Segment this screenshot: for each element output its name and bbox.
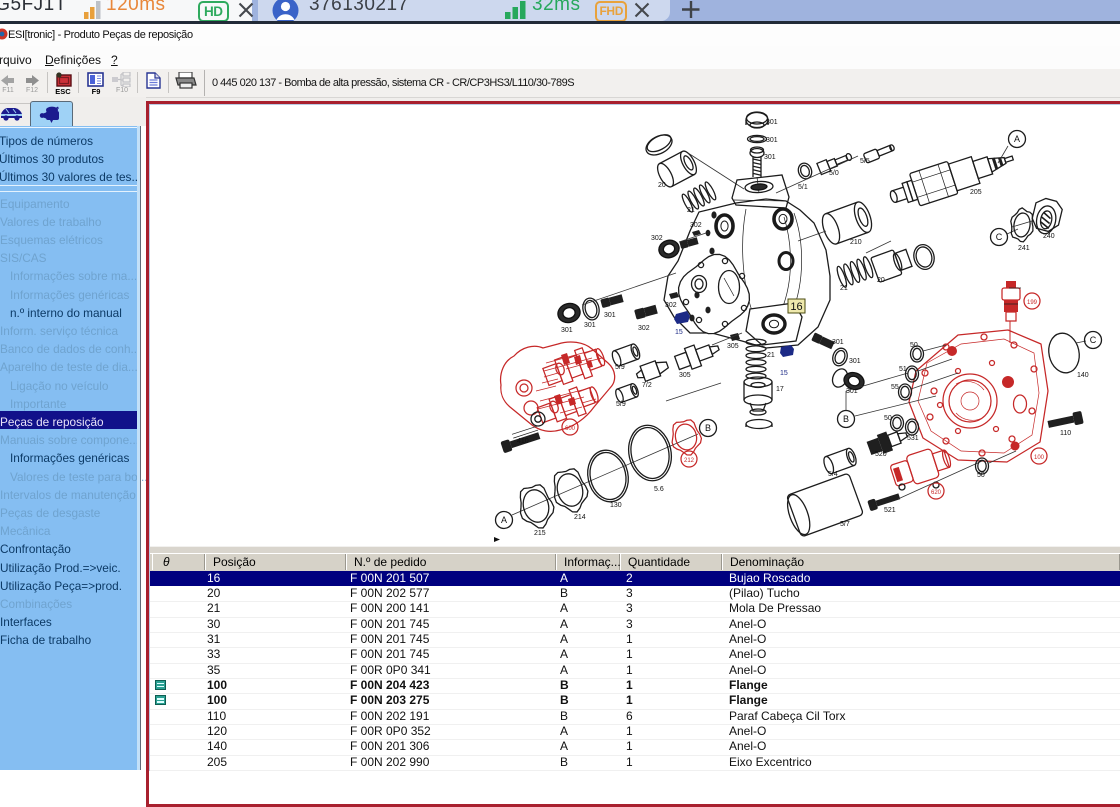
svg-text:301: 301 bbox=[832, 339, 844, 346]
svg-text:301: 301 bbox=[766, 119, 778, 126]
svg-text:5.6: 5.6 bbox=[654, 486, 664, 493]
svg-text:302: 302 bbox=[690, 222, 702, 229]
svg-text:301: 301 bbox=[766, 137, 778, 144]
svg-text:A: A bbox=[501, 515, 507, 525]
svg-text:51: 51 bbox=[899, 366, 907, 373]
svg-text:5/5: 5/5 bbox=[860, 158, 870, 165]
svg-text:240: 240 bbox=[1043, 233, 1055, 240]
svg-text:A: A bbox=[1014, 134, 1020, 144]
svg-text:16: 16 bbox=[790, 301, 802, 313]
svg-text:302: 302 bbox=[651, 235, 663, 242]
svg-text:5/0: 5/0 bbox=[829, 170, 839, 177]
svg-text:214: 214 bbox=[574, 514, 586, 521]
svg-text:21: 21 bbox=[840, 285, 848, 292]
svg-text:21: 21 bbox=[767, 352, 775, 359]
svg-text:B: B bbox=[705, 423, 711, 433]
svg-text:199: 199 bbox=[1027, 300, 1038, 306]
svg-text:305: 305 bbox=[727, 343, 739, 350]
svg-text:620: 620 bbox=[931, 490, 942, 496]
svg-text:15: 15 bbox=[675, 329, 683, 336]
svg-text:C: C bbox=[996, 232, 1003, 242]
svg-text:7/2: 7/2 bbox=[642, 382, 652, 389]
svg-text:21: 21 bbox=[687, 207, 695, 214]
svg-text:110: 110 bbox=[1060, 430, 1071, 437]
svg-text:301: 301 bbox=[849, 358, 861, 365]
svg-text:100: 100 bbox=[1034, 455, 1045, 461]
svg-text:50: 50 bbox=[910, 342, 918, 349]
svg-text:302: 302 bbox=[665, 302, 677, 309]
svg-text:5/1: 5/1 bbox=[798, 184, 808, 191]
svg-text:50: 50 bbox=[977, 472, 985, 479]
svg-text:5/7: 5/7 bbox=[840, 521, 850, 528]
svg-text:210: 210 bbox=[850, 239, 862, 246]
svg-text:520: 520 bbox=[875, 451, 887, 458]
svg-text:B: B bbox=[843, 414, 849, 424]
svg-text:130: 130 bbox=[610, 502, 622, 509]
svg-text:15: 15 bbox=[780, 370, 788, 377]
svg-text:241: 241 bbox=[1018, 245, 1030, 252]
svg-text:205: 205 bbox=[970, 189, 982, 196]
svg-text:301: 301 bbox=[584, 322, 596, 329]
svg-text:212: 212 bbox=[684, 458, 695, 464]
svg-text:20: 20 bbox=[658, 182, 666, 189]
svg-text:410: 410 bbox=[517, 438, 529, 445]
svg-text:5/9: 5/9 bbox=[615, 364, 625, 371]
svg-text:301: 301 bbox=[604, 312, 616, 319]
svg-text:531: 531 bbox=[907, 435, 919, 442]
svg-text:215: 215 bbox=[534, 530, 546, 537]
svg-text:140: 140 bbox=[1077, 372, 1089, 379]
svg-text:521: 521 bbox=[884, 507, 896, 514]
svg-text:301: 301 bbox=[764, 154, 776, 161]
svg-text:302: 302 bbox=[638, 325, 650, 332]
svg-text:55: 55 bbox=[891, 384, 899, 391]
svg-text:C: C bbox=[1090, 335, 1097, 345]
svg-text:600: 600 bbox=[565, 426, 576, 432]
svg-text:305: 305 bbox=[679, 372, 691, 379]
svg-text:5/9: 5/9 bbox=[616, 401, 626, 408]
svg-text:17: 17 bbox=[776, 386, 784, 393]
svg-text:301: 301 bbox=[561, 327, 573, 334]
svg-text:50: 50 bbox=[884, 415, 892, 422]
svg-text:20: 20 bbox=[877, 277, 885, 284]
